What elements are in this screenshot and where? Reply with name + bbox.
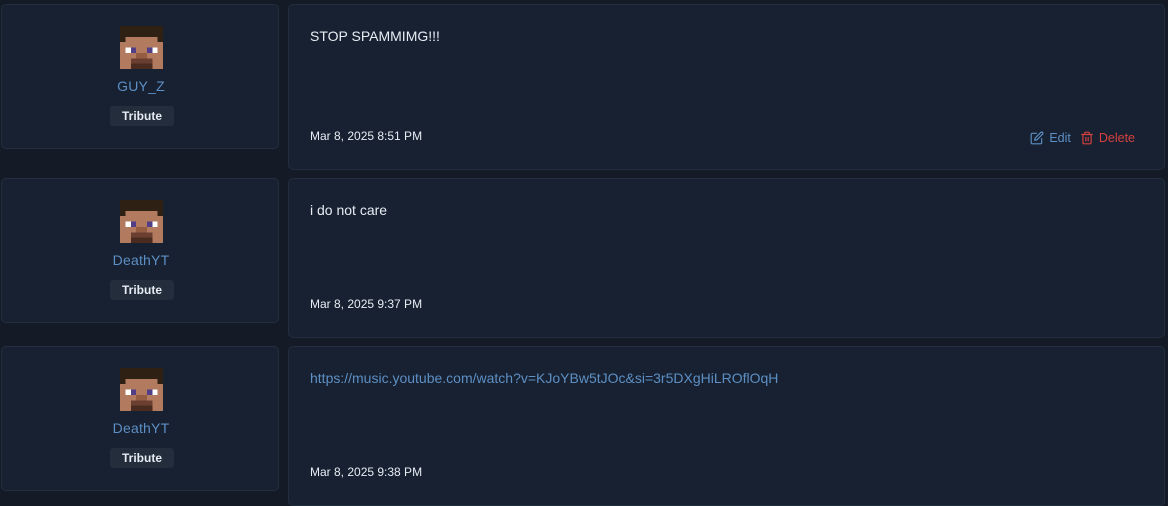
author-name[interactable]: DeathYT — [2, 252, 280, 268]
message-card: i do not care Mar 8, 2025 9:37 PM — [288, 178, 1165, 338]
trash-icon — [1081, 131, 1093, 145]
author-card: DeathYT Tribute — [1, 346, 279, 491]
rank-badge: Tribute — [110, 106, 174, 126]
avatar[interactable] — [120, 200, 163, 243]
message-card: STOP SPAMMIMG!!! Mar 8, 2025 8:51 PM Edi… — [288, 4, 1165, 170]
author-name[interactable]: GUY_Z — [2, 78, 280, 94]
message-card: https://music.youtube.com/watch?v=KJoYBw… — [288, 346, 1165, 506]
avatar[interactable] — [120, 368, 163, 411]
timestamp: Mar 8, 2025 9:37 PM — [310, 297, 423, 311]
edit-label: Edit — [1049, 131, 1071, 145]
delete-button[interactable]: Delete — [1080, 131, 1135, 145]
message-link[interactable]: https://music.youtube.com/watch?v=KJoYBw… — [310, 370, 778, 386]
author-card: DeathYT Tribute — [1, 178, 279, 323]
avatar[interactable] — [120, 26, 163, 69]
timestamp: Mar 8, 2025 8:51 PM — [310, 129, 423, 143]
message-text: STOP SPAMMIMG!!! — [310, 28, 440, 44]
author-card: GUY_Z Tribute — [1, 4, 279, 149]
author-name[interactable]: DeathYT — [2, 420, 280, 436]
rank-badge: Tribute — [110, 448, 174, 468]
pencil-square-icon — [1030, 131, 1044, 145]
rank-badge: Tribute — [110, 280, 174, 300]
edit-button[interactable]: Edit — [1030, 131, 1071, 145]
timestamp: Mar 8, 2025 9:38 PM — [310, 465, 423, 479]
message-text: i do not care — [310, 202, 388, 218]
delete-label: Delete — [1098, 131, 1135, 145]
post-actions: Edit Delete — [1030, 131, 1135, 145]
